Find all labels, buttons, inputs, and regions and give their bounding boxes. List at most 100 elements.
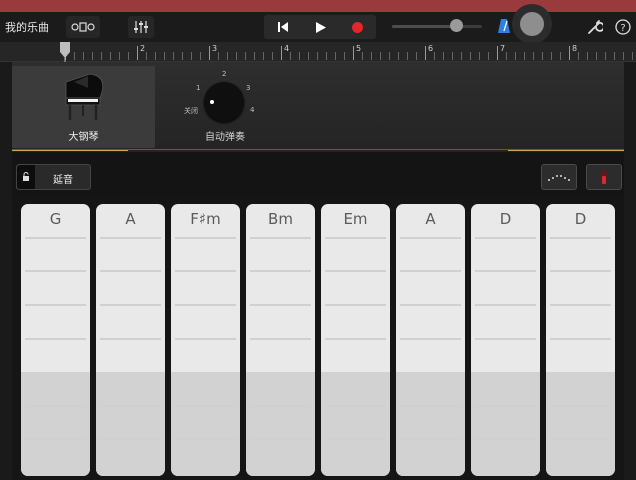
chord-segment-divider <box>550 304 611 306</box>
ruler-tick <box>515 52 516 60</box>
chord-strip[interactable]: D <box>471 204 540 476</box>
chord-segment-divider <box>250 338 311 340</box>
ruler-tick <box>191 52 192 60</box>
chord-bass-zone[interactable] <box>321 372 390 476</box>
autoplay-knob[interactable] <box>204 82 244 122</box>
chord-segment-divider <box>175 237 236 239</box>
ruler-tick <box>560 52 561 60</box>
ruler-measure-tick <box>137 46 138 60</box>
play-icon <box>315 21 326 33</box>
ruler-tick <box>164 52 165 60</box>
ruler-tick <box>263 52 264 60</box>
sustain-button[interactable]: 延音 <box>16 164 91 190</box>
tracks-view-button[interactable] <box>66 16 100 38</box>
arpeggio-icon <box>548 175 570 181</box>
ruler-tick <box>533 52 534 60</box>
chord-settings-icon <box>602 170 606 184</box>
timeline-ruler[interactable]: 2 3 4 5 6 7 8 <box>0 42 636 62</box>
chord-segment-divider <box>25 270 86 272</box>
chord-segment-divider <box>475 405 536 407</box>
ruler-tick <box>74 52 75 60</box>
autoplay-pos-1: 1 <box>196 84 201 92</box>
chord-segment-divider <box>250 237 311 239</box>
ruler-tick <box>407 52 408 60</box>
chord-segment-divider <box>550 438 611 440</box>
chord-bass-zone[interactable] <box>96 372 165 476</box>
play-button[interactable] <box>305 15 335 39</box>
chord-segment-divider <box>475 338 536 340</box>
sustain-lock[interactable] <box>17 165 35 189</box>
chord-segment-divider <box>25 338 86 340</box>
chord-strip[interactable]: G <box>21 204 90 476</box>
autoplay-pos-4: 4 <box>250 106 255 114</box>
record-icon <box>351 21 363 33</box>
chord-name: D <box>499 210 512 228</box>
go-to-start-icon <box>278 22 288 32</box>
mixer-button[interactable] <box>128 16 154 38</box>
chord-segment-divider <box>25 405 86 407</box>
my-songs-button[interactable]: 我的乐曲 <box>5 19 49 35</box>
knob-indicator <box>210 100 214 104</box>
ruler-tick <box>362 52 363 60</box>
master-volume-slider[interactable] <box>392 25 482 28</box>
instrument-selector[interactable]: 大钢琴 <box>12 66 155 148</box>
ruler-tick <box>146 52 147 60</box>
chord-name: A <box>425 210 436 228</box>
tracks-view-icon <box>71 22 95 32</box>
chord-settings-button[interactable] <box>586 164 622 190</box>
ruler-measure-number: 7 <box>500 44 506 53</box>
chord-bass-zone[interactable] <box>171 372 240 476</box>
metronome-icon[interactable] <box>497 18 511 34</box>
chord-strip[interactable]: Em <box>321 204 390 476</box>
chord-segment-divider <box>400 338 461 340</box>
chord-name: D <box>574 210 587 228</box>
autoplay-pos-3: 3 <box>246 84 251 92</box>
chord-segment-divider <box>475 438 536 440</box>
go-to-start-button[interactable] <box>268 15 298 39</box>
ruler-tick <box>92 52 93 60</box>
chord-segment-divider <box>550 338 611 340</box>
chord-bass-zone[interactable] <box>396 372 465 476</box>
ruler-tick <box>236 52 237 60</box>
record-button[interactable] <box>342 15 372 39</box>
ruler-measure-tick <box>281 46 282 60</box>
chord-strip[interactable]: D <box>546 204 615 476</box>
ruler-measure-tick <box>569 46 570 60</box>
chord-strip[interactable]: A <box>396 204 465 476</box>
chord-segment-divider <box>25 304 86 306</box>
autoplay-pos-2: 2 <box>222 70 227 78</box>
chord-bass-zone[interactable] <box>246 372 315 476</box>
chord-strip[interactable]: Bm <box>246 204 315 476</box>
ruler-measure-number: 5 <box>356 44 362 53</box>
chord-bass-zone[interactable] <box>21 372 90 476</box>
chord-segment-divider <box>325 237 386 239</box>
ruler-tick <box>101 52 102 60</box>
ruler-tick <box>623 52 624 60</box>
chord-strip[interactable]: F♯m <box>171 204 240 476</box>
ruler-tick <box>299 52 300 60</box>
ruler-tick <box>614 52 615 60</box>
volume-slider-knob[interactable] <box>450 19 463 32</box>
chord-segment-divider <box>325 270 386 272</box>
ruler-tick <box>155 52 156 60</box>
autoplay-caption: 自动弹奏 <box>205 132 245 143</box>
chord-bass-zone[interactable] <box>471 372 540 476</box>
playhead-marker[interactable] <box>60 42 70 62</box>
grand-piano-icon <box>65 73 104 120</box>
ruler-tick <box>218 52 219 60</box>
chord-strip[interactable]: A <box>96 204 165 476</box>
chord-segment-divider <box>475 237 536 239</box>
chord-bass-zone[interactable] <box>546 372 615 476</box>
ruler-tick <box>551 52 552 60</box>
ruler-tick <box>434 52 435 60</box>
help-icon[interactable]: ? <box>615 19 631 35</box>
transport-controls <box>264 15 376 39</box>
chord-segment-divider <box>100 438 161 440</box>
arpeggio-button[interactable] <box>541 164 577 190</box>
autoplay-off-label: 关闭 <box>184 107 198 115</box>
ruler-tick <box>488 52 489 60</box>
chord-segment-divider <box>550 405 611 407</box>
ruler-tick <box>254 52 255 60</box>
wrench-icon[interactable] <box>587 19 603 35</box>
ruler-tick <box>308 52 309 60</box>
